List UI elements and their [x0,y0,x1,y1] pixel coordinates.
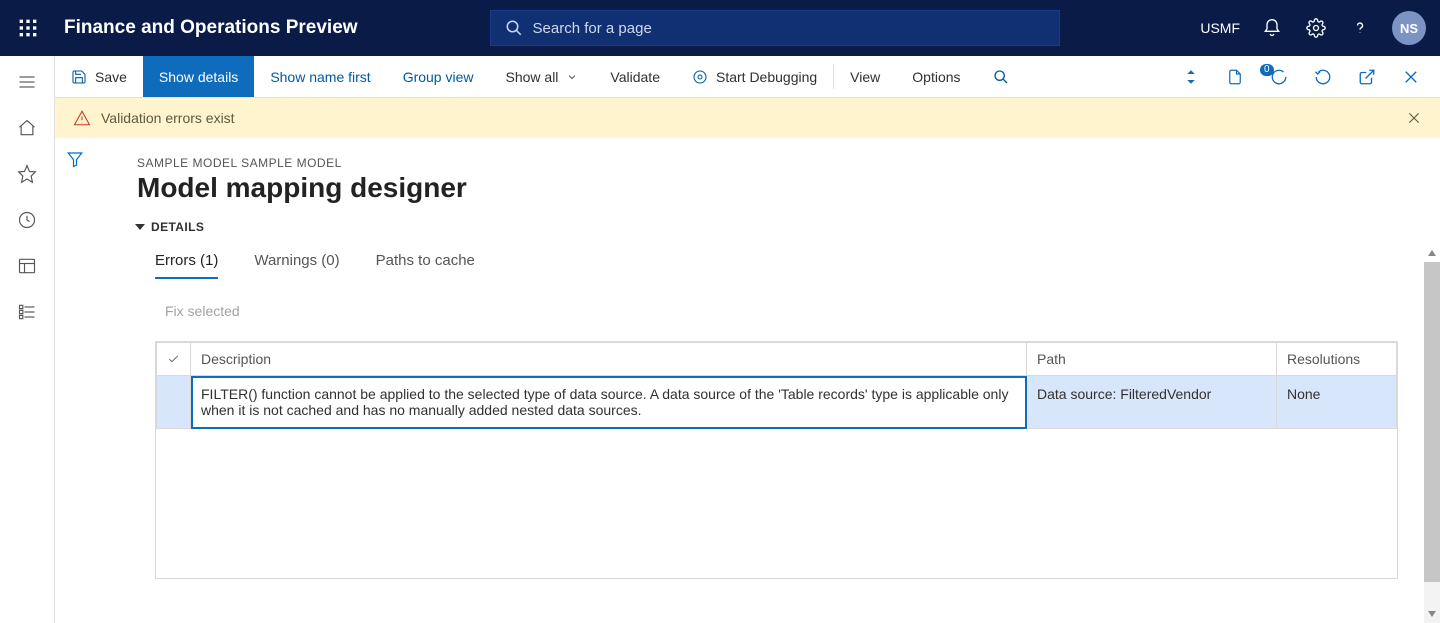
validate-label: Validate [610,69,660,85]
pin-icon[interactable] [1178,68,1204,86]
tab-warnings[interactable]: Warnings (0) [254,252,339,279]
warning-close-icon[interactable] [1406,110,1422,126]
badge-count: 0 [1260,64,1274,76]
menu-icon[interactable] [15,70,39,94]
fix-selected-button: Fix selected [95,279,1440,333]
filter-pane-toggle[interactable] [55,138,95,623]
attachments-icon[interactable] [1222,68,1248,86]
save-label: Save [95,69,127,85]
action-search-button[interactable] [977,56,1025,97]
col-path[interactable]: Path [1027,343,1277,376]
collapse-triangle-icon [135,224,145,230]
tabs: Errors (1) Warnings (0) Paths to cache [95,244,1440,279]
view-label: View [850,69,880,85]
cell-resolutions[interactable]: None [1277,376,1397,429]
popout-icon[interactable] [1354,68,1380,86]
save-icon [71,69,87,85]
chevron-down-icon [566,71,578,83]
bell-icon[interactable] [1260,16,1284,40]
home-icon[interactable] [15,116,39,140]
top-navbar: Finance and Operations Preview Search fo… [0,0,1440,56]
details-label: DETAILS [151,220,204,234]
left-nav-rail [0,56,55,623]
refresh-icon[interactable] [1310,68,1336,86]
company-label[interactable]: USMF [1200,20,1240,36]
show-all-dropdown[interactable]: Show all [490,56,595,97]
show-details-button[interactable]: Show details [143,56,254,97]
search-icon [993,69,1009,85]
validation-warning-bar: Validation errors exist [55,98,1440,138]
action-bar: Save Show details Show name first Group … [55,56,1440,98]
show-all-label: Show all [506,69,559,85]
refresh-badge-icon[interactable]: 0 [1266,68,1292,86]
page-title: Model mapping designer [95,170,1440,220]
start-debugging-button[interactable]: Start Debugging [676,56,833,97]
help-icon[interactable] [1348,16,1372,40]
group-view-button[interactable]: Group view [387,56,490,97]
warning-text: Validation errors exist [101,110,235,126]
show-name-first-button[interactable]: Show name first [254,56,386,97]
start-debugging-label: Start Debugging [716,69,817,85]
options-label: Options [912,69,960,85]
cell-path[interactable]: Data source: FilteredVendor [1027,376,1277,429]
group-view-label: Group view [403,69,474,85]
search-placeholder: Search for a page [533,20,652,37]
options-button[interactable]: Options [896,56,976,97]
warning-triangle-icon [73,109,91,127]
select-all-header[interactable] [157,343,191,376]
save-button[interactable]: Save [55,56,143,97]
cell-description[interactable]: FILTER() function cannot be applied to t… [191,376,1027,429]
gear-icon[interactable] [1304,16,1328,40]
close-icon[interactable] [1398,68,1424,86]
tab-paths-to-cache[interactable]: Paths to cache [376,252,475,279]
view-button[interactable]: View [834,56,896,97]
col-description[interactable]: Description [191,343,1027,376]
modules-icon[interactable] [15,300,39,324]
app-launcher-icon[interactable] [0,18,56,38]
global-search[interactable]: Search for a page [490,10,1060,46]
star-icon[interactable] [15,162,39,186]
errors-grid: Description Path Resolutions FILTER() fu… [155,341,1398,429]
breadcrumb: SAMPLE MODEL SAMPLE MODEL [95,138,1440,170]
row-select-cell[interactable] [157,376,191,429]
app-title: Finance and Operations Preview [56,17,358,39]
check-icon [167,351,180,367]
grid-row[interactable]: FILTER() function cannot be applied to t… [157,376,1397,429]
debug-icon [692,69,708,85]
grid-empty-area [155,429,1398,579]
show-name-first-label: Show name first [270,69,370,85]
search-icon [505,19,523,37]
filter-icon [66,150,84,168]
col-resolutions[interactable]: Resolutions [1277,343,1397,376]
recent-icon[interactable] [15,208,39,232]
tab-errors[interactable]: Errors (1) [155,252,218,279]
user-avatar[interactable]: NS [1392,11,1426,45]
details-section-header[interactable]: DETAILS [95,220,1440,244]
grid-header-row: Description Path Resolutions [157,343,1397,376]
workspace-icon[interactable] [15,254,39,278]
validate-button[interactable]: Validate [594,56,676,97]
show-details-label: Show details [159,69,238,85]
